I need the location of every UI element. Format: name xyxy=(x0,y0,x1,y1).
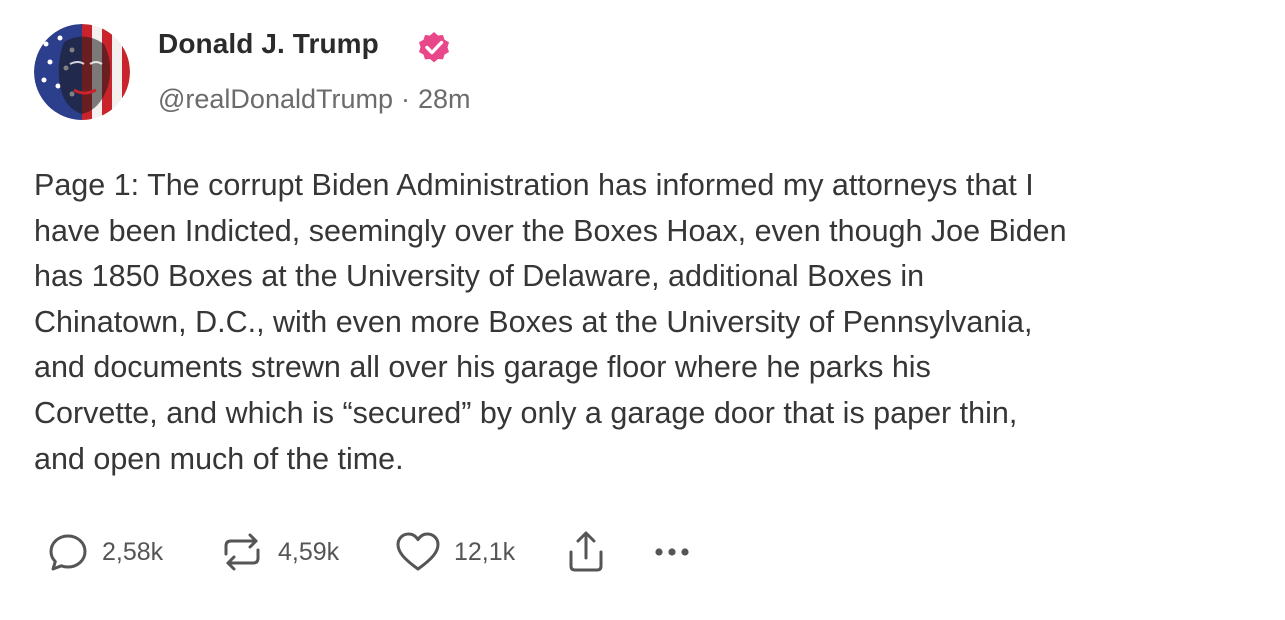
like-count: 12,1k xyxy=(454,537,516,566)
like-button[interactable]: 12,1k xyxy=(394,528,515,576)
reply-count: 2,58k xyxy=(102,537,164,566)
repost-button[interactable]: 4,59k xyxy=(218,528,339,576)
avatar[interactable] xyxy=(34,24,130,120)
reply-icon xyxy=(46,530,90,574)
reply-button[interactable]: 2,58k xyxy=(46,528,163,576)
more-icon xyxy=(650,530,694,574)
share-icon xyxy=(564,528,608,576)
verified-badge-icon xyxy=(416,30,452,66)
post-text-line: have been Indicted, seemingly over the B… xyxy=(34,213,1067,248)
post-text-line: and documents strewn all over his garage… xyxy=(34,350,931,385)
post-text-line: has 1850 Boxes at the University of Dela… xyxy=(34,259,925,294)
author-name[interactable]: Donald J. Trump xyxy=(158,28,379,60)
post-meta: @realDonaldTrump · 28m xyxy=(158,84,471,115)
share-button[interactable] xyxy=(564,528,608,576)
post-text-line: Page 1: The corrupt Biden Administration… xyxy=(34,168,1034,202)
post-text-line: and open much of the time. xyxy=(34,441,404,476)
action-bar: 2,58k 4,59k 12,1k xyxy=(46,528,726,576)
avatar-image xyxy=(34,24,130,120)
meta-separator: · xyxy=(401,84,410,114)
post-timestamp[interactable]: 28m xyxy=(418,84,471,114)
repost-count: 4,59k xyxy=(278,537,340,566)
heart-icon xyxy=(394,530,442,574)
post-text-line: Corvette, and which is “secured” by only… xyxy=(34,395,1018,430)
post-card: Donald J. Trump @realDonaldTrump · 28m Pag… xyxy=(0,0,1285,620)
author-handle[interactable]: @realDonaldTrump xyxy=(158,84,393,114)
repost-icon xyxy=(218,530,266,574)
post-text: Page 1: The corrupt Biden Administration… xyxy=(34,163,1274,482)
post-text-line: Chinatown, D.C., with even more Boxes at… xyxy=(34,304,1033,339)
more-options-button[interactable] xyxy=(650,528,694,576)
